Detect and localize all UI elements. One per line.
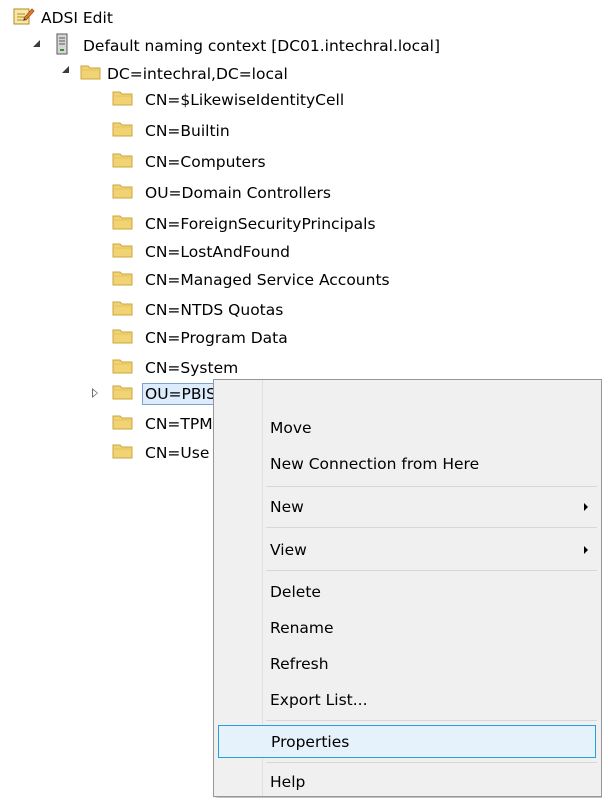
tree-naming-context[interactable]: Default naming context [DC01.intechral.l… xyxy=(55,33,442,59)
folder-icon xyxy=(112,442,134,464)
tree-item-managed-service-accounts[interactable]: CN=Managed Service Accounts xyxy=(112,267,392,293)
collapse-arrow-icon[interactable] xyxy=(62,66,72,76)
submenu-arrow-icon xyxy=(584,546,588,554)
tree-item-label: OU=Domain Controllers xyxy=(145,184,331,202)
menu-item-label: Rename xyxy=(270,619,334,637)
folder-icon xyxy=(112,299,134,321)
menu-item-delete[interactable]: Delete xyxy=(217,576,598,608)
tree-item-label: CN=Use xyxy=(145,444,210,462)
menu-separator xyxy=(266,762,597,763)
menu-item-help[interactable]: Help xyxy=(217,766,598,798)
tree-item-label: CN=NTDS Quotas xyxy=(145,301,284,319)
context-menu: Move New Connection from Here New View D… xyxy=(213,379,602,797)
tree-item-label: CN=Program Data xyxy=(145,329,288,347)
folder-icon xyxy=(112,327,134,349)
menu-item-label: Export List... xyxy=(270,691,368,709)
folder-icon xyxy=(112,120,134,142)
server-icon xyxy=(55,33,69,59)
tree-root-label: ADSI Edit xyxy=(41,9,113,27)
menu-item-label: Delete xyxy=(270,583,321,601)
menu-item-label: Refresh xyxy=(270,655,329,673)
menu-item-new[interactable]: New xyxy=(217,491,598,523)
tree-item-ntds-quotas[interactable]: CN=NTDS Quotas xyxy=(112,297,285,323)
submenu-arrow-icon xyxy=(584,503,588,511)
menu-separator xyxy=(266,527,597,528)
folder-icon xyxy=(112,151,134,173)
tree-item-tpm[interactable]: CN=TPM xyxy=(112,411,215,437)
tree-item-program-data[interactable]: CN=Program Data xyxy=(112,325,290,351)
menu-separator xyxy=(266,720,597,721)
menu-item-new-connection[interactable]: New Connection from Here xyxy=(217,448,598,480)
menu-separator xyxy=(266,486,597,487)
menu-item-label: Help xyxy=(270,773,306,791)
tree-item-label: CN=TPM xyxy=(145,415,213,433)
tree-item-likewise[interactable]: CN=$LikewiseIdentityCell xyxy=(112,87,346,113)
menu-item-rename[interactable]: Rename xyxy=(217,612,598,644)
menu-item-label: View xyxy=(270,541,307,559)
tree-item-label: CN=ForeignSecurityPrincipals xyxy=(145,215,376,233)
tree-naming-context-label: Default naming context [DC01.intechral.l… xyxy=(83,37,441,55)
folder-icon xyxy=(112,182,134,204)
tree-item-lost-and-found[interactable]: CN=LostAndFound xyxy=(112,239,292,265)
menu-item-label: Properties xyxy=(271,732,350,751)
collapse-arrow-icon[interactable] xyxy=(33,40,43,50)
tree-root-adsi-edit[interactable]: ADSI Edit xyxy=(13,5,115,31)
folder-icon xyxy=(80,63,102,85)
tree-item-label: CN=Managed Service Accounts xyxy=(145,271,390,289)
menu-item-view[interactable]: View xyxy=(217,534,598,566)
expand-arrow-icon[interactable] xyxy=(92,388,102,398)
menu-item-properties[interactable]: Properties xyxy=(218,725,596,758)
menu-item-refresh[interactable]: Refresh xyxy=(217,648,598,680)
folder-icon xyxy=(112,213,134,235)
tree-item-label-selected: OU=PBIS xyxy=(142,383,219,405)
menu-item-export-list[interactable]: Export List... xyxy=(217,684,598,716)
tree-domain-node[interactable]: DC=intechral,DC=local xyxy=(80,61,290,87)
tree-item-label: CN=$LikewiseIdentityCell xyxy=(145,91,345,109)
tree-item-label: CN=Computers xyxy=(145,153,266,171)
adsi-edit-icon xyxy=(13,6,35,30)
tree-item-pbis[interactable]: OU=PBIS xyxy=(112,381,219,407)
tree-item-label: CN=LostAndFound xyxy=(145,243,291,261)
menu-item-move[interactable]: Move xyxy=(217,412,598,444)
folder-icon xyxy=(112,357,134,379)
folder-icon xyxy=(112,383,134,405)
folder-icon xyxy=(112,241,134,263)
menu-item-label: New xyxy=(270,498,304,516)
folder-icon xyxy=(112,89,134,111)
folder-icon xyxy=(112,413,134,435)
tree-item-users[interactable]: CN=Use xyxy=(112,440,211,466)
menu-separator xyxy=(266,570,597,571)
tree-item-domain-controllers[interactable]: OU=Domain Controllers xyxy=(112,180,333,206)
tree-domain-label: DC=intechral,DC=local xyxy=(107,65,288,83)
menu-item-label: Move xyxy=(270,419,312,437)
tree-item-label: CN=Builtin xyxy=(145,122,230,140)
tree-item-label: CN=System xyxy=(145,359,239,377)
tree-item-computers[interactable]: CN=Computers xyxy=(112,149,268,175)
menu-item-label: New Connection from Here xyxy=(270,455,480,473)
folder-icon xyxy=(112,269,134,291)
tree-item-builtin[interactable]: CN=Builtin xyxy=(112,118,232,144)
tree-item-foreign-security-principals[interactable]: CN=ForeignSecurityPrincipals xyxy=(112,211,378,237)
tree-item-system[interactable]: CN=System xyxy=(112,355,240,381)
